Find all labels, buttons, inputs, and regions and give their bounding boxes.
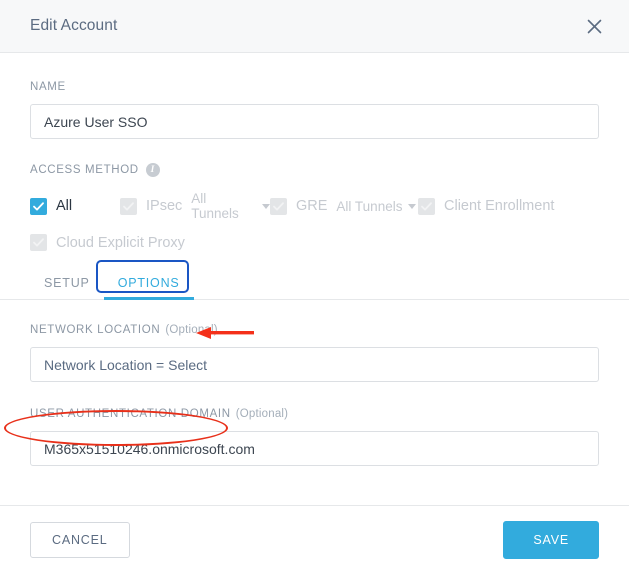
user-auth-domain-label: USER AUTHENTICATION DOMAIN (Optional) xyxy=(30,408,599,420)
page-title: Edit Account xyxy=(30,17,118,34)
tab-bar: SETUP OPTIONS xyxy=(0,260,629,300)
network-location-label: NETWORK LOCATION (Optional) xyxy=(30,324,599,336)
save-button[interactable]: SAVE xyxy=(503,521,599,559)
access-method-label: ACCESS METHOD i xyxy=(30,163,599,177)
ipsec-tunnels-dropdown: All Tunnels xyxy=(191,191,270,221)
tab-setup[interactable]: SETUP xyxy=(30,276,104,299)
user-auth-domain-label-text: USER AUTHENTICATION DOMAIN xyxy=(30,408,231,420)
network-location-label-text: NETWORK LOCATION xyxy=(30,324,161,336)
chevron-down-icon xyxy=(408,203,417,209)
checkbox-all-box[interactable] xyxy=(30,197,47,215)
checkbox-client-enrollment: Client Enrollment xyxy=(418,197,555,215)
network-location-optional-text: (Optional) xyxy=(165,324,218,336)
edit-account-modal: Edit Account NAME ACCESS METHOD i xyxy=(0,0,629,574)
checkbox-all[interactable]: All xyxy=(30,197,120,215)
user-auth-domain-input[interactable] xyxy=(30,431,599,466)
close-icon[interactable] xyxy=(581,13,607,39)
network-location-input[interactable] xyxy=(30,347,599,382)
tab-options[interactable]: OPTIONS xyxy=(103,276,194,300)
modal-header: Edit Account xyxy=(0,0,629,53)
checkbox-gre-label: GRE xyxy=(296,198,328,214)
checkbox-cloud-explicit-proxy: Cloud Explicit Proxy xyxy=(30,234,185,251)
name-field-group: NAME xyxy=(0,53,629,139)
access-method-label-text: ACCESS METHOD xyxy=(30,164,139,176)
checkbox-cloud-explicit-proxy-label: Cloud Explicit Proxy xyxy=(56,234,185,251)
checkbox-ipsec-box xyxy=(120,197,137,215)
access-method-row-2: Cloud Explicit Proxy xyxy=(30,234,599,251)
checkbox-gre-box xyxy=(270,197,287,215)
checkbox-ipsec: IPsec All Tunnels xyxy=(120,191,270,221)
checkbox-ipsec-label: IPsec xyxy=(146,198,183,214)
user-auth-domain-group: USER AUTHENTICATION DOMAIN (Optional) xyxy=(0,382,629,466)
checkbox-client-enrollment-box xyxy=(418,197,435,215)
cancel-button[interactable]: CANCEL xyxy=(30,522,130,558)
checkbox-cloud-explicit-proxy-box xyxy=(30,234,47,251)
chevron-down-icon xyxy=(262,203,270,209)
checkbox-client-enrollment-label: Client Enrollment xyxy=(444,198,555,214)
access-method-row-1: All IPsec All Tunnels GRE All Tunnels Cl… xyxy=(30,191,599,221)
checkbox-gre: GRE All Tunnels xyxy=(270,197,418,215)
checkbox-all-label: All xyxy=(56,198,73,214)
gre-tunnels-dropdown: All Tunnels xyxy=(336,198,417,214)
name-input[interactable] xyxy=(30,104,599,139)
modal-footer: CANCEL SAVE xyxy=(0,505,629,574)
gre-tunnels-value: All Tunnels xyxy=(336,198,403,214)
network-location-group: NETWORK LOCATION (Optional) xyxy=(0,300,629,382)
ipsec-tunnels-value: All Tunnels xyxy=(191,191,239,221)
name-label: NAME xyxy=(30,81,66,93)
access-method-group: ACCESS METHOD i All xyxy=(0,139,629,251)
info-icon[interactable]: i xyxy=(145,163,160,177)
modal-body: NAME ACCESS METHOD i All xyxy=(0,53,629,505)
user-auth-domain-optional-text: (Optional) xyxy=(235,408,289,420)
